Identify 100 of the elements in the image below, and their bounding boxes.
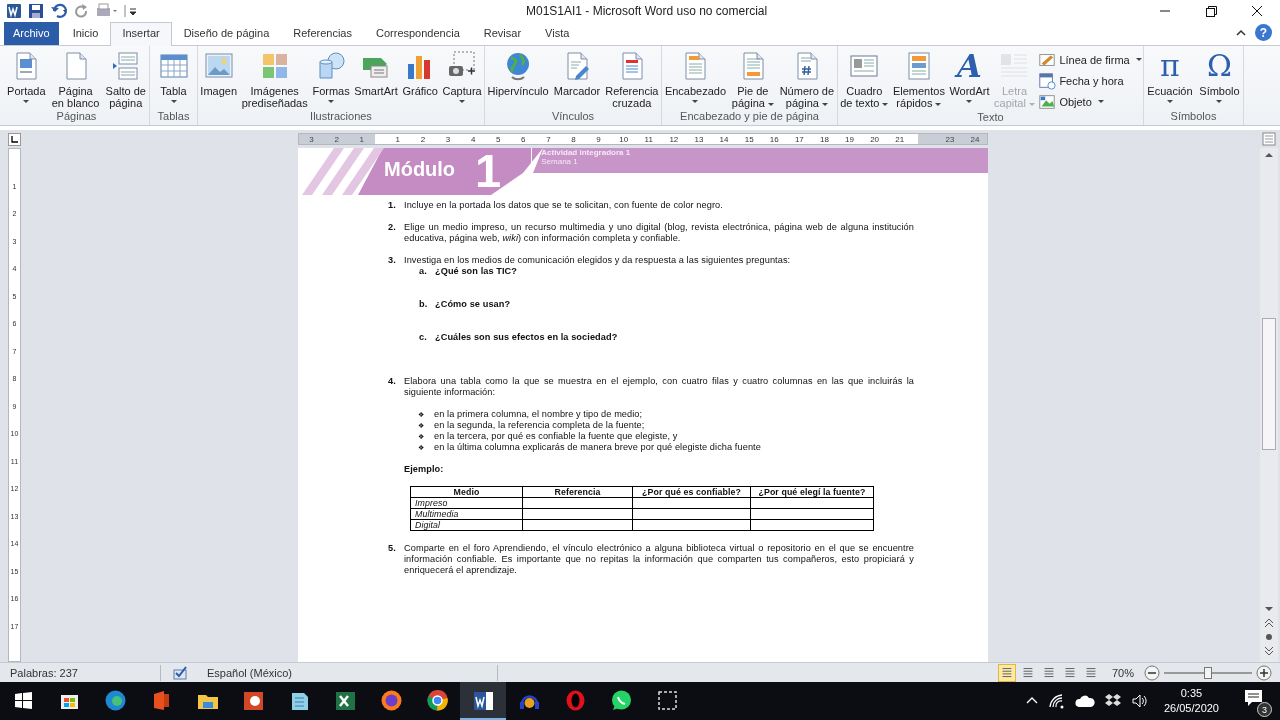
volume-icon[interactable] (1130, 693, 1149, 709)
ribbon-button[interactable]: Hipervínculo (486, 50, 550, 97)
bullet-text: en la última columna explicarás de manera breve por qué elegiste dicha fuente (434, 442, 761, 453)
table-header-cell: Medio (410, 486, 523, 498)
ruler-toggle-icon[interactable] (1262, 132, 1276, 146)
list-number: 4. (388, 376, 397, 388)
ribbon-button[interactable]: Pie de página (730, 50, 775, 109)
file-tab[interactable]: Archivo (4, 22, 59, 45)
zoom-in-icon[interactable] (1256, 664, 1272, 681)
wifi-icon[interactable] (1047, 693, 1066, 709)
ribbon-button[interactable]: Tabla (156, 50, 191, 105)
collapse-ribbon-icon[interactable] (1235, 28, 1247, 38)
cloud-icon[interactable] (1074, 694, 1095, 708)
ribbon-button[interactable]: Objeto (1038, 92, 1142, 111)
ribbon-tab[interactable]: Correspondencia (364, 22, 472, 45)
ribbon-tab[interactable]: Insertar (110, 22, 172, 46)
ribbon-button[interactable]: A WordArt (948, 50, 991, 105)
help-button[interactable]: ? (1255, 24, 1272, 41)
ribbon-button[interactable]: Cuadro de texto (839, 50, 890, 109)
ribbon-button[interactable]: Ω Símbolo (1198, 50, 1241, 105)
ribbon-button[interactable]: Gráfico (401, 50, 439, 97)
scroll-thumb[interactable] (1262, 318, 1276, 450)
redo-icon[interactable] (74, 3, 90, 19)
customize-toolbar-icon[interactable] (124, 3, 138, 19)
ruler-number: 7 (545, 134, 552, 144)
ribbon-button[interactable]: Fecha y hora (1038, 71, 1142, 90)
ribbon-button[interactable]: Número de página (778, 50, 836, 109)
pi-symbol-icon: π (1152, 50, 1187, 82)
ruler-number: 24 (969, 134, 981, 144)
ruler-number: 3 (444, 134, 452, 144)
clock[interactable]: 0:35 26/05/2020 (1163, 686, 1219, 716)
ribbon-button[interactable]: SmartArt (353, 50, 399, 97)
ruler-number: 6 (520, 134, 527, 144)
ribbon-button[interactable]: Página en blanco (50, 50, 101, 109)
table-cell: Impreso (410, 497, 523, 509)
omega-symbol-icon: Ω (1202, 50, 1237, 82)
list-number: 3. (388, 255, 397, 267)
box-icon[interactable] (1103, 693, 1122, 709)
list-number: 1. (388, 200, 397, 211)
ruler-number: 11 (643, 134, 654, 144)
ribbon-tab[interactable]: Referencias (281, 22, 364, 45)
ribbon-tab[interactable]: Vista (533, 22, 582, 45)
question-text: ¿Qué son las TIC? (435, 266, 517, 277)
word-count[interactable]: Palabras: 237 (10, 666, 160, 679)
word-logo-icon[interactable] (6, 3, 22, 19)
ruler-number: 12 (668, 134, 680, 144)
language-label[interactable]: Español (México) (207, 666, 497, 679)
ribbon-button[interactable]: Salto de página (104, 50, 147, 109)
ribbon-button[interactable]: Línea de firma (1038, 50, 1142, 69)
ribbon-button[interactable]: Encabezado (663, 50, 728, 105)
notifications-button[interactable]: 3 (1240, 685, 1272, 717)
ribbon-button[interactable]: Marcador (552, 50, 602, 97)
undo-icon[interactable] (50, 3, 68, 19)
tab-selector[interactable] (8, 132, 21, 146)
group-label: Texto (976, 111, 1005, 125)
ribbon-button[interactable]: Referencia cruzada (604, 50, 660, 109)
ribbon-button[interactable]: Captura (441, 50, 483, 105)
zoom-out-icon[interactable] (1144, 664, 1160, 681)
bullet-text: en la tercera, por qué es confiable la fuente que elegiste, y (434, 431, 678, 442)
ruler-number: 3 (308, 134, 315, 144)
taskbar-button[interactable] (460, 682, 506, 720)
browser-icon (424, 687, 450, 713)
week-label: Semana 1 (541, 157, 579, 166)
list-number: 2. (388, 222, 397, 234)
table-header-cell: ¿Por qué es confiable? (632, 486, 751, 498)
ruler-number: 14 (718, 134, 730, 144)
vertical-scrollbar[interactable] (1260, 148, 1278, 662)
ruler-number: 17 (793, 134, 805, 144)
calendar-icon (1038, 71, 1057, 90)
ruler-number: 9 (595, 134, 602, 144)
zoom-level[interactable]: 70% (1111, 666, 1134, 679)
list-letter: a. (419, 266, 428, 277)
group-label: Ilustraciones (309, 110, 373, 124)
ribbon-button[interactable]: π Ecuación (1146, 50, 1194, 105)
table-cell: Multimedia (410, 508, 523, 520)
ribbon-button[interactable]: Imágenes prediseñadas (240, 50, 309, 109)
ribbon-button[interactable]: Imagen (199, 50, 239, 97)
question-text: ¿Cuáles son sus efectos en la sociedad? (435, 332, 618, 343)
ruler-number: 5 (494, 134, 502, 144)
ruler-number: 1 (394, 134, 402, 144)
ribbon-tab[interactable]: Inicio (60, 22, 111, 45)
activity-title: Actividad integradora 1 (541, 148, 631, 157)
list-letter: c. (419, 332, 428, 343)
ruler-number: 15 (743, 134, 755, 144)
print-layout-icon[interactable] (997, 663, 1016, 682)
ribbon-tab[interactable]: Revisar (471, 22, 534, 45)
ribbon-tab[interactable]: Diseño de página (171, 22, 282, 45)
ruler-number: 1 (358, 134, 365, 144)
save-icon[interactable] (28, 3, 44, 19)
ribbon-button[interactable]: Portada (6, 50, 47, 105)
ribbon-button[interactable]: Formas (311, 50, 351, 105)
group-label: Tablas (156, 110, 191, 124)
ribbon-button[interactable]: Elementos rápidos (891, 50, 946, 109)
example-label: Ejemplo: (404, 464, 445, 475)
list-number: 5. (388, 543, 397, 555)
window-title: M01S1AI1 - Microsoft Word uso no comercial (525, 4, 769, 18)
group-label: Símbolos (1169, 110, 1218, 124)
paragraph: Comparte en el foro Aprendiendo, el vínculo electrónico a alguna biblioteca virtual o repositorio en el que se encuentre información confiable. Es importante que no repitas la información que comparten tus compañeros, esto propiciará y enriquecerá el aprendizaje. (404, 543, 914, 576)
ruler-number: 19 (844, 134, 855, 144)
tab-stop-icon (11, 135, 18, 143)
